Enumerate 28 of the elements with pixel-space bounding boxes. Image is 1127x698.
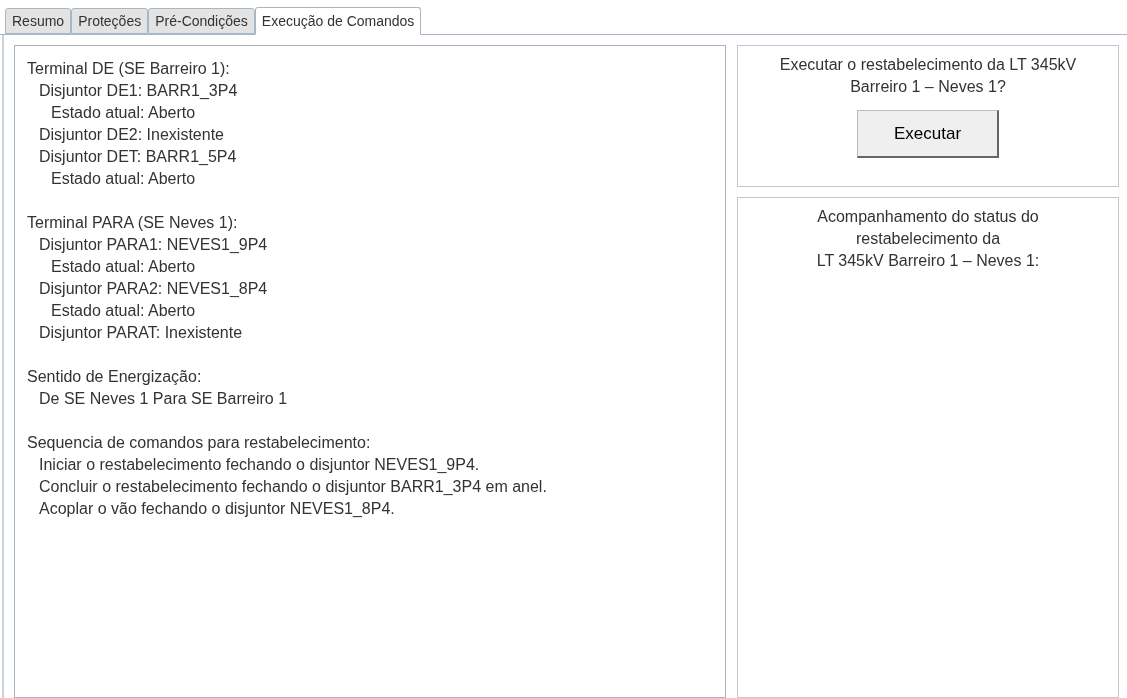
detail-line: Disjuntor DE1: BARR1_3P4 <box>39 81 238 101</box>
tab[interactable]: Resumo <box>5 8 72 34</box>
detail-line: Iniciar o restabelecimento fechando o disjuntor NEVES1_9P4. <box>39 455 480 475</box>
tab[interactable]: Pré-Condições <box>148 8 255 34</box>
prompt-text: Barreiro 1 – Neves 1? <box>850 77 1006 97</box>
detail-line: Concluir o restabelecimento fechando o disjuntor BARR1_3P4 em anel. <box>39 477 547 497</box>
detail-line: Acoplar o vão fechando o disjuntor NEVES1_8P4. <box>39 499 395 519</box>
status-title: restabelecimento da <box>855 229 1001 249</box>
detail-line: Estado atual: Aberto <box>51 169 196 189</box>
status-title: Acompanhamento do status do <box>817 207 1039 227</box>
tab[interactable]: Execução de Comandos <box>254 7 422 35</box>
detail-line: Estado atual: Aberto <box>51 301 196 321</box>
detail-line: Estado atual: Aberto <box>51 257 196 277</box>
status-title: LT 345kV Barreiro 1 – Neves 1: <box>816 251 1040 271</box>
detail-line: Disjuntor PARA2: NEVES1_8P4 <box>39 279 268 299</box>
detail-line: De SE Neves 1 Para SE Barreiro 1 <box>39 389 288 409</box>
detail-line: Sequencia de comandos para restabelecimento: <box>27 433 371 453</box>
detail-line: Terminal PARA (SE Neves 1): <box>27 213 238 233</box>
execute-button[interactable]: Executar <box>857 110 999 158</box>
prompt-text: Executar o restabelecimento da LT 345kV <box>779 55 1077 75</box>
detail-line: Disjuntor PARA1: NEVES1_9P4 <box>39 235 268 255</box>
detail-line: Disjuntor PARAT: Inexistente <box>39 323 243 343</box>
tab[interactable]: Proteções <box>71 8 149 34</box>
detail-line: Sentido de Energização: <box>27 367 202 387</box>
detail-line: Disjuntor DET: BARR1_5P4 <box>39 147 237 167</box>
detail-line: Disjuntor DE2: Inexistente <box>39 125 224 145</box>
detail-line: Terminal DE (SE Barreiro 1): <box>27 59 230 79</box>
detail-line: Estado atual: Aberto <box>51 103 196 123</box>
